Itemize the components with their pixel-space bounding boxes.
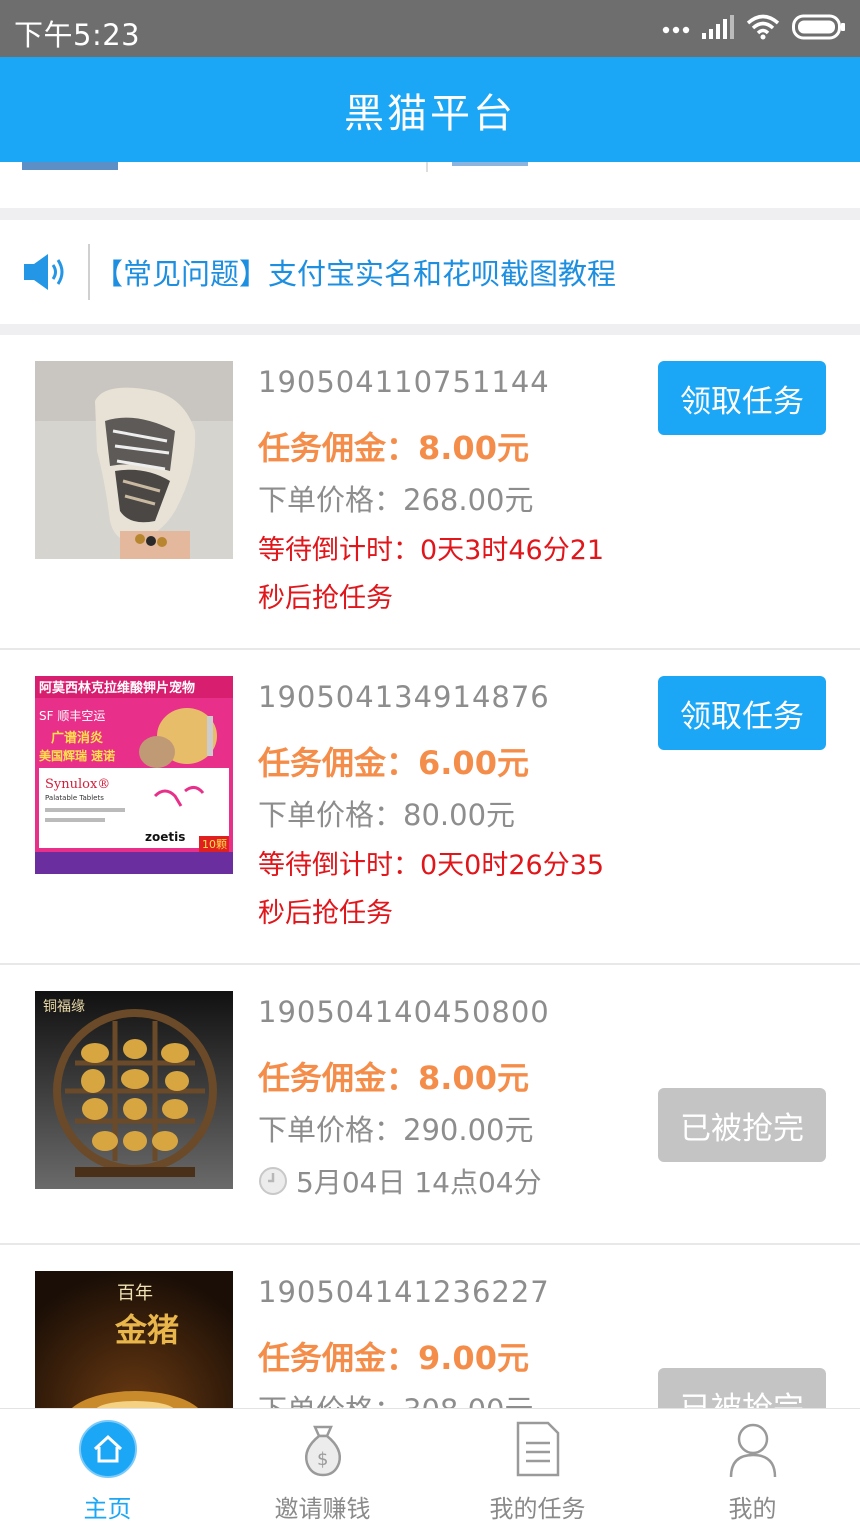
task-commission: 任务佣金：8.00元 (258, 429, 529, 467)
claim-task-button[interactable]: 领取任务 (658, 361, 826, 435)
more-dots-icon (662, 20, 690, 39)
golden-pig-image: 百年 金猪 (35, 1271, 233, 1408)
task-countdown: 等待倒计时：0天3时46分21 秒后抢任务 (258, 527, 648, 623)
image-sub: Palatable Tablets (45, 794, 104, 802)
wifi-icon (746, 14, 780, 44)
task-price: 下单价格：290.00元 (258, 1113, 534, 1147)
notice-bar[interactable]: 【常见问题】支付宝实名和花呗截图教程 (0, 220, 860, 324)
image-caption-2: SF 顺丰空运 (39, 709, 105, 723)
countdown-line-2: 秒后抢任务 (258, 898, 393, 929)
task-commission: 任务佣金：8.00元 (258, 1059, 529, 1097)
page-title: 黑猫平台 (344, 90, 516, 137)
claim-task-button[interactable]: 领取任务 (658, 676, 826, 750)
notice-divider (88, 244, 90, 300)
task-id: 190504141236227 (258, 1275, 550, 1309)
task-id: 190504110751144 (258, 365, 550, 399)
money-bag-icon: $ (293, 1419, 353, 1479)
clock-icon (258, 1166, 288, 1196)
bronze-zodiac-image: 铜福缘 (35, 991, 233, 1189)
task-price: 下单价格：80.00元 (258, 798, 516, 832)
tab-invite[interactable]: $ 邀请赚钱 (215, 1409, 430, 1530)
image-caption-2: 金猪 (114, 1311, 179, 1349)
battery-icon (792, 14, 846, 44)
task-price: 下单价格：308.00元 (258, 1387, 648, 1408)
tab-label: 邀请赚钱 (274, 1495, 371, 1523)
task-info: 190504141236227 任务佣金：9.00元 下单价格：308.00元 (258, 1275, 648, 1408)
pet-medicine-image: 阿莫西林克拉维酸钾片宠物 SF 顺丰空运 广谱消炎 美国辉瑞 速诺 Synulo… (35, 676, 233, 874)
task-countdown: 等待倒计时：0天0时26分35 秒后抢任务 (258, 842, 648, 938)
task-info: 190504134914876 任务佣金：6.00元 下单价格：80.00元 等… (258, 680, 648, 938)
task-id: 190504134914876 (258, 680, 550, 714)
banner-divider (426, 162, 428, 172)
countdown-line-1: 等待倒计时：0天3时46分21 (258, 535, 605, 566)
task-card[interactable]: 铜福缘 190504140450800 任务佣金：8.00元 下单价格：290.… (0, 965, 860, 1245)
task-info: 190504140450800 任务佣金：8.00元 下单价格：290.00元 … (258, 995, 648, 1201)
task-card[interactable]: 百年 金猪 190504141236227 任务佣金：9.00元 下单价格：30… (0, 1245, 860, 1408)
tab-label: 我的任务 (489, 1495, 586, 1523)
shoe-product-image (35, 361, 233, 559)
status-bar: 下午5:23 (0, 0, 860, 57)
task-card[interactable]: 阿莫西林克拉维酸钾片宠物 SF 顺丰空运 广谱消炎 美国辉瑞 速诺 Synulo… (0, 650, 860, 965)
image-caption-1: 百年 (117, 1283, 153, 1304)
countdown-line-2: 秒后抢任务 (258, 583, 393, 614)
countdown-line-1: 等待倒计时：0天0时26分35 (258, 850, 605, 881)
sold-out-button[interactable]: 已被抢完 (658, 1368, 826, 1408)
app-bar: 黑猫平台 (0, 57, 860, 162)
tab-home[interactable]: 主页 (0, 1409, 215, 1530)
tab-my-tasks[interactable]: 我的任务 (430, 1409, 645, 1530)
banner-image-right (452, 162, 528, 166)
task-card[interactable]: 190504110751144 任务佣金：8.00元 下单价格：268.00元 … (0, 335, 860, 650)
task-list[interactable]: 190504110751144 任务佣金：8.00元 下单价格：268.00元 … (0, 335, 860, 1408)
image-caption-3: 广谱消炎 (51, 730, 103, 746)
status-icons (662, 14, 846, 44)
task-time: 5月04日 14点04分 (258, 1161, 648, 1201)
task-commission: 任务佣金：6.00元 (258, 744, 529, 782)
banner-strip[interactable] (0, 162, 860, 208)
home-icon (78, 1419, 138, 1479)
task-time-text: 5月04日 14点04分 (296, 1166, 542, 1199)
task-price: 下单价格：268.00元 (258, 483, 534, 517)
image-caption-1: 阿莫西林克拉维酸钾片宠物 (39, 680, 195, 696)
task-info: 190504110751144 任务佣金：8.00元 下单价格：268.00元 … (258, 365, 648, 623)
image-count: 10颗 (202, 838, 227, 851)
svg-text:$: $ (317, 1449, 328, 1470)
speaker-icon (22, 250, 72, 294)
banner-image-left (22, 162, 118, 170)
status-time: 下午5:23 (14, 18, 141, 52)
document-icon (508, 1419, 568, 1479)
signal-icon (702, 15, 734, 43)
task-commission: 任务佣金：9.00元 (258, 1339, 529, 1377)
tab-profile[interactable]: 我的 (645, 1409, 860, 1530)
tab-label: 我的 (728, 1495, 777, 1523)
image-brand: 铜福缘 (43, 999, 85, 1015)
user-icon (723, 1419, 783, 1479)
sold-out-button[interactable]: 已被抢完 (658, 1088, 826, 1162)
image-maker: zoetis (145, 830, 185, 844)
image-caption-4: 美国辉瑞 速诺 (39, 748, 115, 763)
task-id: 190504140450800 (258, 995, 550, 1029)
notice-text[interactable]: 【常见问题】支付宝实名和花呗截图教程 (94, 251, 616, 293)
bottom-tab-bar: 主页 $ 邀请赚钱 我的任务 我的 (0, 1408, 860, 1530)
image-brand: Synulox® (45, 777, 110, 792)
tab-label: 主页 (83, 1495, 132, 1523)
